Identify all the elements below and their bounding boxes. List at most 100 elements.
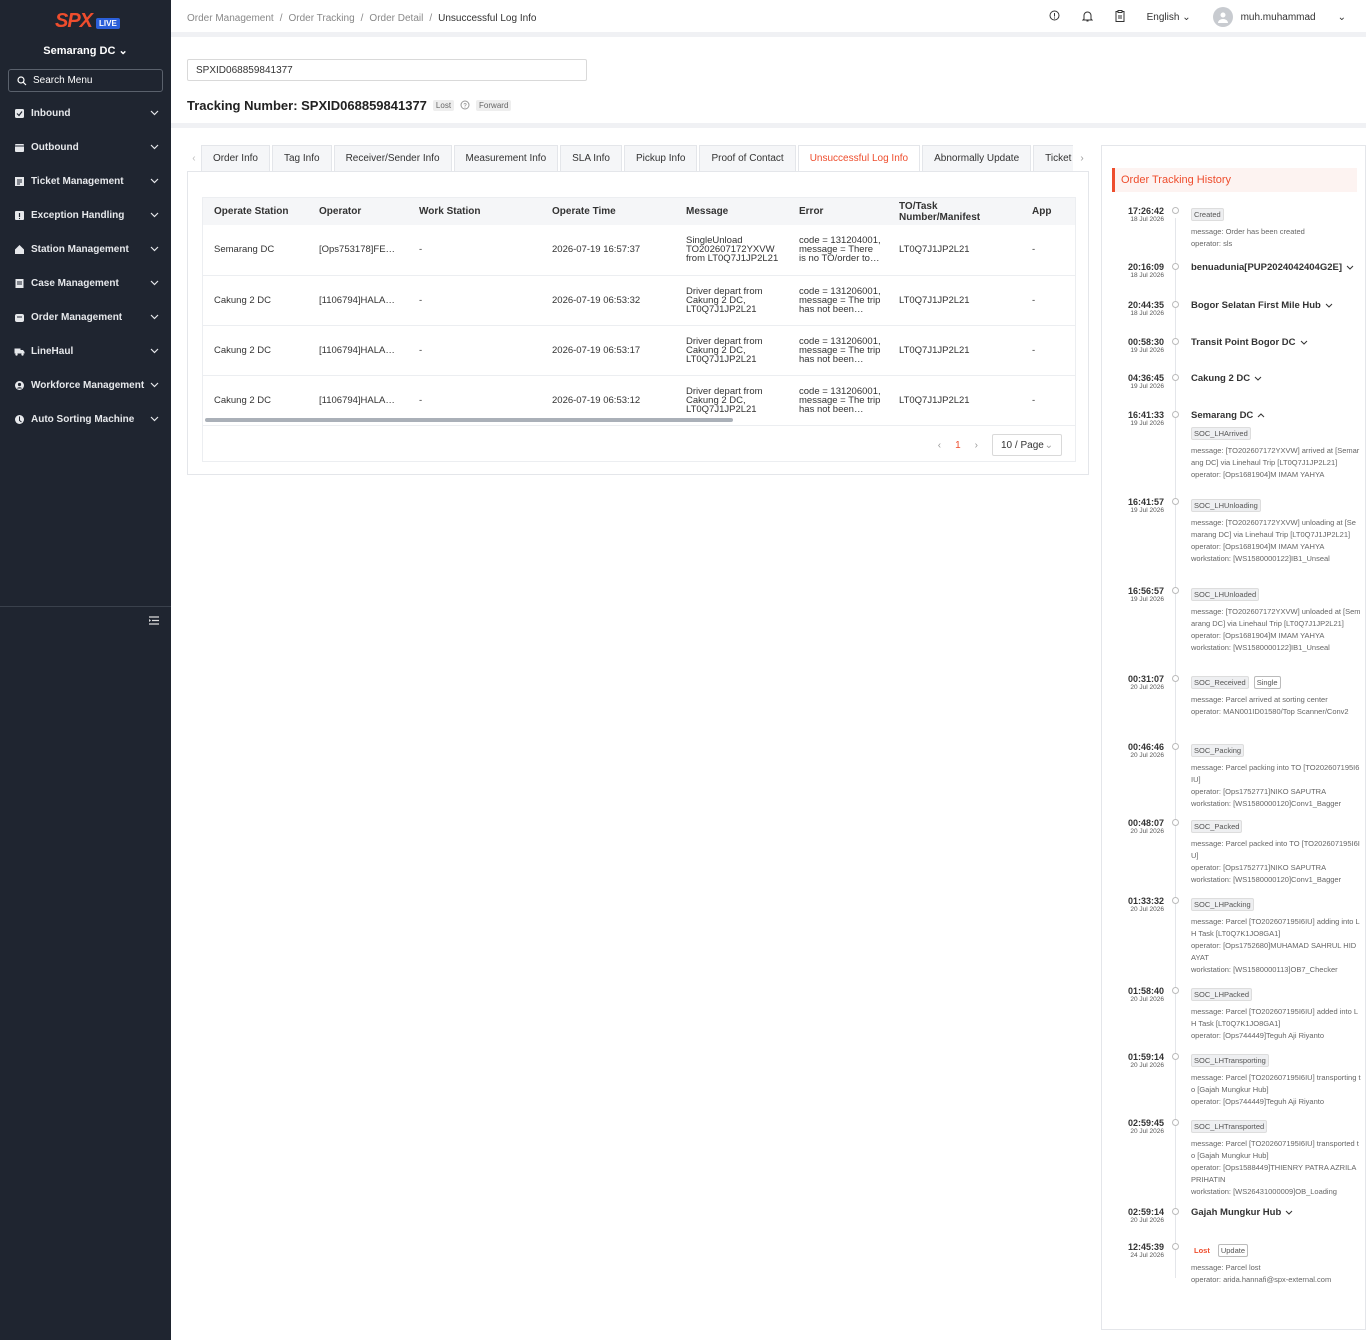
question-icon[interactable]: ? xyxy=(460,98,470,113)
tab-tag-info[interactable]: Tag Info xyxy=(271,145,332,171)
username: muh.muhammad xyxy=(1240,11,1316,23)
breadcrumb-item[interactable]: Order Detail xyxy=(369,13,423,24)
sidebar-item-case-management[interactable]: Case Management xyxy=(0,266,171,300)
cell-text: [1106794]HALASAN SITUMORANG xyxy=(319,295,408,305)
next-page-icon[interactable]: › xyxy=(975,440,978,451)
breadcrumb-item[interactable]: Order Management xyxy=(187,13,274,24)
timeline-dot-icon xyxy=(1172,1243,1179,1250)
timeline-dot-icon xyxy=(1172,1053,1179,1060)
sidebar-item-workforce-management[interactable]: Workforce Management xyxy=(0,368,171,402)
status-badge: Created xyxy=(1191,208,1224,221)
table-row[interactable]: Cakung 2 DC [1106794]HALASAN SITUMORANG - 2… xyxy=(203,275,1075,326)
page-size-select[interactable]: 10 / Page ⌄ xyxy=(992,434,1062,456)
page-number[interactable]: 1 xyxy=(955,440,961,451)
column-header: TO/Task Number/Manifest xyxy=(888,198,1021,225)
chevron-down-icon[interactable] xyxy=(1325,300,1333,311)
collapse-menu-button[interactable] xyxy=(0,606,171,634)
sidebar-item-label: Order Management xyxy=(31,311,123,323)
column-header: App xyxy=(1021,198,1075,225)
status-badge: Lost xyxy=(1191,1244,1213,1257)
spx-logo[interactable]: SPX LIVE xyxy=(55,10,120,32)
hub-name[interactable]: Bogor Selatan First Mile Hub xyxy=(1191,300,1361,311)
tab-order-info[interactable]: Order Info xyxy=(200,145,270,171)
tab-ticket-log[interactable]: Ticket Log xyxy=(1033,145,1074,171)
sidebar-item-ticket-management[interactable]: Ticket Management xyxy=(0,164,171,198)
chevron-down-icon[interactable] xyxy=(1300,337,1308,348)
prev-page-icon[interactable]: ‹ xyxy=(938,440,941,451)
tab-sla-info[interactable]: SLA Info xyxy=(560,145,622,171)
event-message: message: [TO202607172YXVW] unloaded at [… xyxy=(1191,607,1361,652)
timeline-dot-icon xyxy=(1172,987,1179,994)
event-date: 18 Jul 2026 xyxy=(1130,216,1164,223)
station-selector[interactable]: Semarang DC ⌄ xyxy=(0,44,171,57)
clipboard-icon[interactable] xyxy=(1115,9,1125,25)
user-menu[interactable]: muh.muhammad ⌄ xyxy=(1212,7,1346,27)
sidebar-item-order-management[interactable]: Order Management xyxy=(0,300,171,334)
chevron-down-icon[interactable] xyxy=(1346,262,1354,273)
chevron-down-icon xyxy=(150,108,159,119)
breadcrumb-separator: / xyxy=(279,13,283,24)
sidebar-item-inbound[interactable]: Inbound xyxy=(0,96,171,130)
column-header: Operate Time xyxy=(541,198,675,225)
bell-icon[interactable] xyxy=(1081,10,1093,25)
exception-icon xyxy=(14,210,25,221)
chevron-down-icon[interactable] xyxy=(1254,373,1262,384)
event-body: SOC_Received Single message: Parcel arrive… xyxy=(1191,674,1361,718)
event-time: 01:33:32 xyxy=(1127,896,1164,906)
chevron-down-icon: ⌄ xyxy=(118,45,128,57)
event-body: Gajah Mungkur Hub xyxy=(1191,1207,1361,1218)
cell-app: - xyxy=(1021,325,1075,376)
cell-text: 2026-07-19 06:53:32 xyxy=(552,295,641,305)
table-row[interactable]: Semarang DC [Ops753178]FERI ANDRIANTO - 202… xyxy=(203,225,1075,276)
sidebar-item-linehaul[interactable]: LineHaul xyxy=(0,334,171,368)
horizontal-scrollbar[interactable] xyxy=(205,418,733,422)
cell-operator: [1106794]HALASAN SITUMORANG xyxy=(308,325,408,376)
hub-name[interactable]: Gajah Mungkur Hub xyxy=(1191,1207,1361,1218)
sidebar-item-label: Outbound xyxy=(31,141,79,153)
search-menu-input[interactable]: Search Menu xyxy=(8,69,163,92)
cell-text: LT0Q7J1JP2L21 xyxy=(899,245,970,255)
event-body: Bogor Selatan First Mile Hub xyxy=(1191,300,1361,311)
hub-name[interactable]: benuadunia[PUP2024042404G2E] xyxy=(1191,262,1361,273)
chevron-left-icon[interactable]: ‹ xyxy=(187,145,201,171)
tab-pickup-info[interactable]: Pickup Info xyxy=(623,145,698,171)
event-time: 00:48:07 xyxy=(1127,818,1164,828)
tab-abnormally-update[interactable]: Abnormally Update xyxy=(922,145,1032,171)
sidebar-item-station-management[interactable]: Station Management xyxy=(0,232,171,266)
tab-unsuccessful-log-info[interactable]: Unsuccessful Log Info xyxy=(797,145,921,171)
tab-receiver-sender-info[interactable]: Receiver/Sender Info xyxy=(333,145,452,171)
event-time: 16:41:33 xyxy=(1127,410,1164,420)
status-badge: SOC_LHUnloaded xyxy=(1191,588,1260,601)
event-date: 20 Jul 2026 xyxy=(1130,906,1164,913)
sidebar-item-auto-sorting-machine[interactable]: Auto Sorting Machine xyxy=(0,402,171,436)
chevron-right-icon[interactable]: › xyxy=(1075,145,1089,171)
tab-proof-of-contact[interactable]: Proof of Contact xyxy=(699,145,796,171)
event-date: 18 Jul 2026 xyxy=(1130,272,1164,279)
info-icon[interactable] xyxy=(1049,10,1060,24)
column-header: Work Station xyxy=(408,198,541,225)
workforce-icon xyxy=(14,380,25,391)
table-row[interactable]: Cakung 2 DC [1106794]HALASAN SITUMORANG - 2… xyxy=(203,325,1075,376)
cell-to: LT0Q7J1JP2L21 xyxy=(888,325,1021,376)
status-row: SOC_Received Single xyxy=(1191,674,1361,689)
breadcrumb-item[interactable]: Order Tracking xyxy=(289,13,355,24)
sidebar-item-exception-handling[interactable]: Exception Handling xyxy=(0,198,171,232)
tracking-number-input[interactable]: SPXID068859841377 xyxy=(187,59,587,81)
breadcrumb-separator: / xyxy=(429,13,433,24)
hub-name[interactable]: Semarang DC xyxy=(1191,410,1361,421)
order-icon xyxy=(14,312,25,323)
sidebar-item-label: Station Management xyxy=(31,243,129,255)
hub-name[interactable]: Transit Point Bogor DC xyxy=(1191,337,1361,348)
cell-app: - xyxy=(1021,225,1075,276)
tab-measurement-info[interactable]: Measurement Info xyxy=(453,145,559,171)
status-row: SOC_LHUnloading xyxy=(1191,497,1361,512)
chevron-down-icon[interactable] xyxy=(1285,1207,1293,1218)
event-body: SOC_LHPacked message: Parcel [TO202607195… xyxy=(1191,986,1361,1042)
sidebar-item-outbound[interactable]: Outbound xyxy=(0,130,171,164)
cell-text: Cakung 2 DC xyxy=(214,295,272,305)
chevron-up-icon[interactable] xyxy=(1257,410,1265,421)
language-selector[interactable]: English ⌄ xyxy=(1147,12,1191,23)
event-date: 19 Jul 2026 xyxy=(1130,507,1164,514)
hub-name[interactable]: Cakung 2 DC xyxy=(1191,373,1361,384)
status-row: Created xyxy=(1191,206,1361,221)
